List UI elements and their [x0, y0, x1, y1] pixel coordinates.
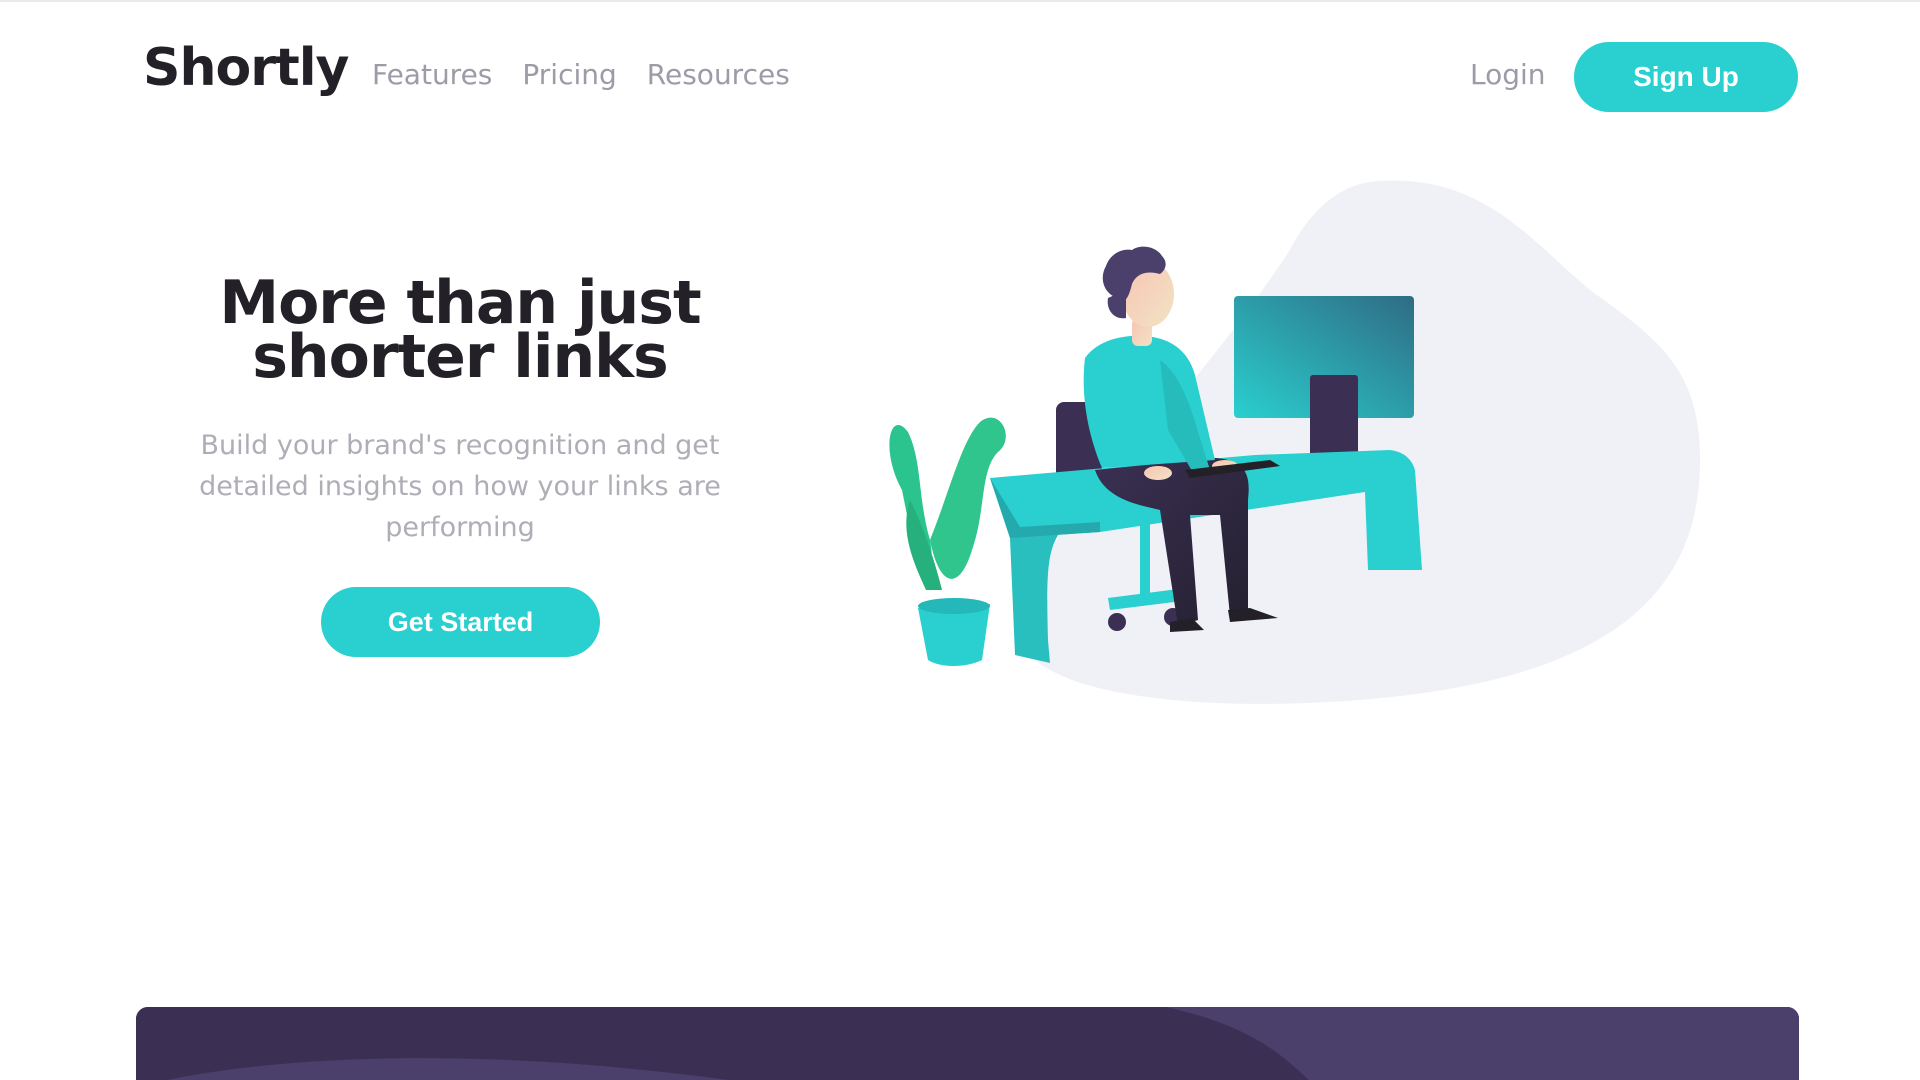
- plant-pot-rim: [918, 598, 990, 614]
- landing-page: Shortly Features Pricing Resources Login…: [0, 0, 1920, 1080]
- hero-subtitle: Build your brand's recognition and get d…: [199, 430, 721, 543]
- chair-post: [1140, 510, 1150, 600]
- site-header: Shortly Features Pricing Resources Login…: [0, 0, 1920, 155]
- panel-background-pattern: [136, 1007, 1799, 1080]
- chair-wheel-left: [1108, 613, 1126, 631]
- main-nav: Features Pricing Resources: [372, 58, 790, 91]
- shorten-panel: [136, 1007, 1799, 1080]
- nav-resources[interactable]: Resources: [647, 58, 790, 91]
- nav-features[interactable]: Features: [372, 58, 492, 91]
- nav-pricing[interactable]: Pricing: [522, 58, 616, 91]
- plant-leaf-2: [930, 417, 1006, 579]
- person-hand-left: [1144, 466, 1172, 480]
- get-started-button[interactable]: Get Started: [321, 587, 600, 657]
- hero-illustration: [870, 170, 1720, 730]
- signup-button[interactable]: Sign Up: [1574, 42, 1798, 112]
- logo[interactable]: Shortly: [143, 38, 349, 98]
- working-illustration: [889, 180, 1700, 704]
- monitor-stand: [1310, 375, 1358, 461]
- hero-title-line-2: shorter links: [252, 322, 669, 392]
- hero-title: More than just shorter links: [160, 273, 760, 387]
- login-link[interactable]: Login: [1470, 58, 1546, 91]
